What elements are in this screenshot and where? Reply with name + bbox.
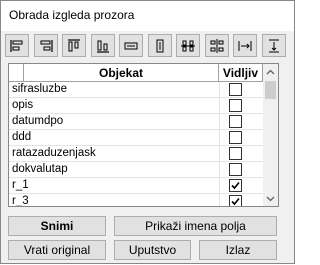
checkmark-icon <box>231 197 240 206</box>
table-row[interactable]: ratazaduzenjask <box>9 146 263 162</box>
scroll-down-button[interactable] <box>263 191 278 206</box>
exit-button[interactable]: Izlaz <box>199 240 277 260</box>
object-name: datumdpo <box>12 115 64 127</box>
row-header-corner <box>9 64 24 82</box>
same-height-icon <box>156 39 164 52</box>
cell-divider <box>219 98 220 114</box>
cell-divider <box>219 130 220 146</box>
cell-divider <box>219 82 220 98</box>
visible-checkbox[interactable] <box>229 83 242 96</box>
vertical-scrollbar[interactable] <box>263 64 278 206</box>
show-field-names-button[interactable]: Prikaži imena polja <box>114 216 277 236</box>
horizontal-spacing-button[interactable] <box>176 34 200 57</box>
visible-checkbox[interactable] <box>229 195 242 206</box>
same-height-button[interactable] <box>148 34 172 57</box>
object-name: sifrasluzbe <box>12 83 67 95</box>
column-header-visible[interactable]: Vidljiv <box>219 64 263 82</box>
title-bar: Obrada izgleda prozora <box>1 1 294 31</box>
visible-checkbox[interactable] <box>229 163 242 176</box>
object-grid: Objekat Vidljiv sifrasluzbe opis datumdp… <box>8 63 279 207</box>
table-row[interactable]: ddd <box>9 130 263 146</box>
object-name: r_3 <box>12 195 29 207</box>
table-row[interactable]: opis <box>9 98 263 114</box>
cell-divider <box>219 146 220 162</box>
visible-checkbox[interactable] <box>229 131 242 144</box>
checkmark-icon <box>231 181 240 190</box>
cell-divider <box>219 114 220 130</box>
same-width-icon <box>124 42 138 49</box>
align-right-icon <box>40 39 53 52</box>
center-vertically-button[interactable] <box>262 34 286 57</box>
align-bottom-button[interactable] <box>91 34 115 57</box>
horizontal-spacing-icon <box>181 40 195 51</box>
align-left-icon <box>10 39 23 52</box>
visible-checkbox[interactable] <box>229 147 242 160</box>
center-horizontally-button[interactable] <box>233 34 257 57</box>
object-name: dokvalutap <box>12 163 68 175</box>
restore-original-button[interactable]: Vrati original <box>8 240 106 260</box>
table-row[interactable]: r_3 <box>9 194 263 207</box>
table-row[interactable]: datumdpo <box>9 114 263 130</box>
cell-divider <box>219 178 220 194</box>
visible-checkbox[interactable] <box>229 99 242 112</box>
vertical-spacing-icon <box>210 38 224 53</box>
vertical-spacing-button[interactable] <box>205 34 229 57</box>
align-left-button[interactable] <box>5 34 29 57</box>
cell-divider <box>219 162 220 178</box>
center-vertically-icon <box>269 39 279 52</box>
column-header-object[interactable]: Objekat <box>24 64 219 82</box>
layout-editor-window: Obrada izgleda prozora Objekat Vidljiv s… <box>0 0 295 264</box>
object-name: r_1 <box>12 179 29 191</box>
object-name: ddd <box>12 131 32 143</box>
visible-checkbox[interactable] <box>229 115 242 128</box>
table-row[interactable]: sifrasluzbe <box>9 82 263 98</box>
table-row[interactable]: r_1 <box>9 178 263 194</box>
align-top-icon <box>68 38 80 51</box>
object-name: opis <box>12 99 34 111</box>
align-top-button[interactable] <box>62 34 86 57</box>
table-row[interactable]: dokvalutap <box>9 162 263 178</box>
align-bottom-icon <box>97 40 109 53</box>
scroll-up-button[interactable] <box>263 64 278 79</box>
alignment-toolbar <box>5 34 290 58</box>
cell-divider <box>219 194 220 206</box>
same-width-button[interactable] <box>119 34 143 57</box>
scroll-thumb[interactable] <box>265 81 276 99</box>
window-title: Obrada izgleda prozora <box>9 8 135 22</box>
chevron-up-icon <box>266 69 275 74</box>
chevron-down-icon <box>266 196 275 201</box>
align-right-button[interactable] <box>34 34 58 57</box>
visible-checkbox[interactable] <box>229 179 242 192</box>
object-name: ratazaduzenjask <box>12 147 96 159</box>
save-button[interactable]: Snimi <box>8 216 106 236</box>
instructions-button[interactable]: Uputstvo <box>114 240 191 260</box>
center-horizontally-icon <box>238 40 252 51</box>
grid-body: Objekat Vidljiv sifrasluzbe opis datumdp… <box>9 64 263 206</box>
